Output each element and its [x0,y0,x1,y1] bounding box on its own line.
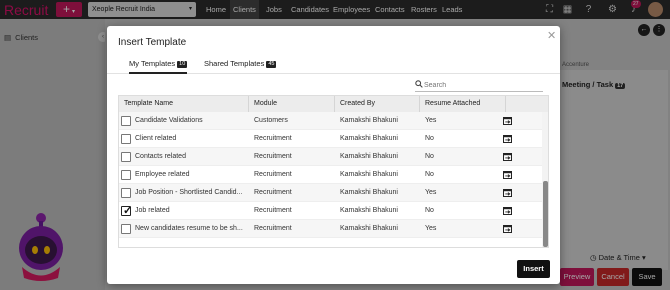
created-by-cell: Kamakshi Bhakuni [340,153,398,160]
preview-template-icon[interactable] [503,135,512,143]
insert-template-modal: Insert Template ✕ My Templates 10 Shared … [107,26,560,284]
created-by-cell: Kamakshi Bhakuni [340,189,398,196]
preview-template-icon[interactable] [503,225,512,233]
tab-shared-templates-label: Shared Templates [204,59,265,68]
created-by-cell: Kamakshi Bhakuni [340,171,398,178]
row-select-checkbox[interactable] [121,116,131,126]
templates-table: Template Name Module Created By Resume A… [118,95,549,248]
resume-attached-cell: Yes [425,189,437,196]
template-name-cell: Contacts related [135,153,186,160]
row-select-checkbox[interactable] [121,152,131,162]
column-header-resume-attached[interactable]: Resume Attached [420,96,506,112]
module-cell: Recruitment [254,207,292,214]
column-header-module[interactable]: Module [249,96,335,112]
row-select-checkbox[interactable] [121,134,131,144]
resume-attached-cell: No [425,153,434,160]
column-header-actions [506,96,548,112]
column-header-template-name[interactable]: Template Name [119,96,249,112]
modal-title: Insert Template [118,37,187,48]
table-row[interactable]: Employee related Recruitment Kamakshi Bhak… [119,166,542,184]
created-by-cell: Kamakshi Bhakuni [340,207,398,214]
row-select-checkbox[interactable] [121,170,131,180]
table-row[interactable]: Contacts related Recruitment Kamakshi Bhak… [119,148,542,166]
module-cell: Recruitment [254,189,292,196]
row-select-checkbox[interactable] [121,224,131,234]
resume-attached-cell: Yes [425,225,437,232]
close-icon[interactable]: ✕ [547,29,556,42]
resume-attached-cell: No [425,135,434,142]
template-name-cell: Job related [135,207,170,214]
template-name-cell: Client related [135,135,177,142]
preview-template-icon[interactable] [503,189,512,197]
template-name-cell: New candidates resume to be sh... [135,225,243,232]
tab-my-templates[interactable]: My Templates 10 [129,59,188,74]
table-row[interactable]: Client related Recruitment Kamakshi Bhakun… [119,130,542,148]
search-input[interactable] [424,80,542,91]
preview-template-icon[interactable] [503,117,512,125]
preview-template-icon[interactable] [503,153,512,161]
table-row[interactable]: New candidates resume to be sh... Recruit… [119,220,542,238]
tab-shared-templates[interactable]: Shared Templates 45 [204,59,277,74]
template-name-cell: Candidate Validations [135,117,203,124]
tab-my-templates-count: 10 [177,61,188,68]
resume-attached-cell: Yes [425,117,437,124]
preview-template-icon[interactable] [503,171,512,179]
tab-shared-templates-count: 45 [266,61,277,68]
created-by-cell: Kamakshi Bhakuni [340,225,398,232]
template-search [415,80,543,92]
insert-button[interactable]: Insert [517,260,550,278]
created-by-cell: Kamakshi Bhakuni [340,135,398,142]
preview-template-icon[interactable] [503,207,512,215]
module-cell: Recruitment [254,171,292,178]
table-header: Template Name Module Created By Resume A… [119,96,548,112]
template-name-cell: Employee related [135,171,190,178]
created-by-cell: Kamakshi Bhakuni [340,117,398,124]
resume-attached-cell: No [425,171,434,178]
tab-my-templates-label: My Templates [129,59,176,68]
column-header-created-by[interactable]: Created By [335,96,420,112]
search-icon [415,80,423,88]
template-name-cell: Job Position - Shortlisted Candid... [135,189,243,196]
module-cell: Recruitment [254,225,292,232]
table-row[interactable]: Candidate Validations Customers Kamakshi B… [119,112,542,130]
module-cell: Recruitment [254,135,292,142]
module-cell: Recruitment [254,153,292,160]
table-row[interactable]: Job Position - Shortlisted Candid... Recr… [119,184,542,202]
row-select-checkbox[interactable] [121,188,131,198]
template-tabs: My Templates 10 Shared Templates 45 [107,54,560,74]
table-scrollbar-thumb[interactable] [543,181,548,247]
table-row[interactable]: Job related Recruitment Kamakshi Bhakuni No [119,202,542,220]
module-cell: Customers [254,117,288,124]
row-select-checkbox[interactable] [121,204,132,217]
resume-attached-cell: No [425,207,434,214]
